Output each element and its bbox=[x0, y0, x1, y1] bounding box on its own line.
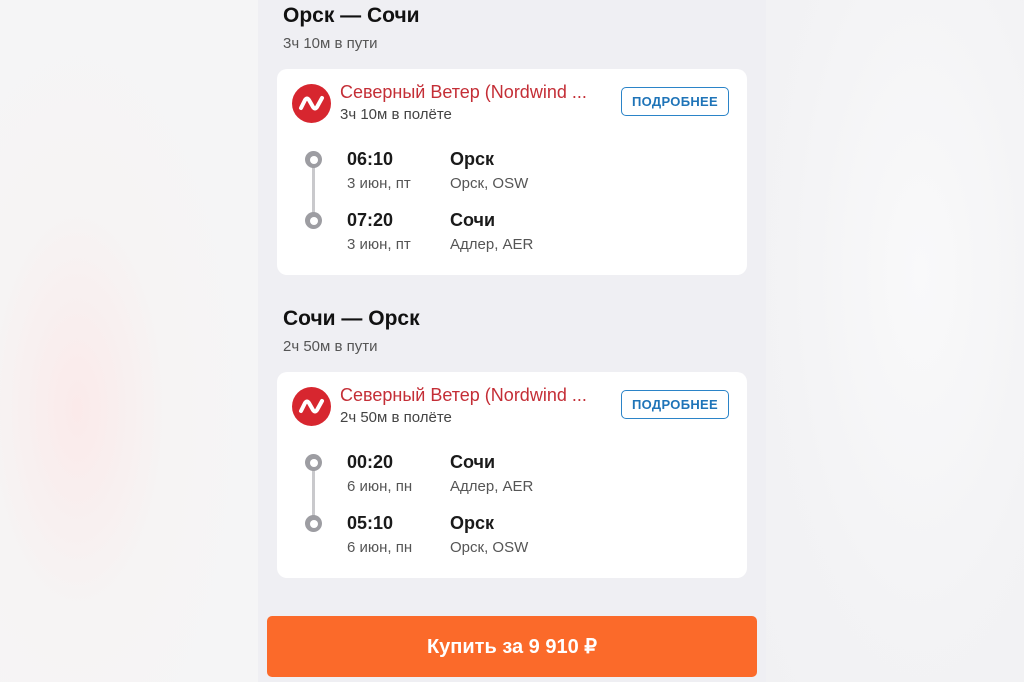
details-button[interactable]: ПОДРОБНЕЕ bbox=[621, 87, 729, 116]
arrival-city: Орск bbox=[450, 513, 495, 533]
buy-button[interactable]: Купить за 9 910 ₽ bbox=[267, 616, 757, 677]
details-button[interactable]: ПОДРОБНЕЕ bbox=[621, 390, 729, 419]
departure-dot-icon bbox=[305, 151, 322, 168]
airline-name: Северный Ветер (Nordwind ... bbox=[340, 385, 587, 405]
flight-duration: 3ч 10м в полёте bbox=[340, 106, 452, 123]
arrival-dot-icon bbox=[305, 515, 322, 532]
arrival-date: 3 июн, пт bbox=[347, 236, 411, 253]
arrival-time: 05:10 bbox=[347, 513, 394, 533]
departure-city: Орск bbox=[450, 149, 495, 169]
departure-city: Сочи bbox=[450, 452, 496, 472]
departure-airport: Орск, OSW bbox=[450, 175, 529, 192]
arrival-time: 07:20 bbox=[347, 210, 394, 230]
departure-dot-icon bbox=[305, 454, 322, 471]
arrival-city: Сочи bbox=[450, 210, 496, 230]
arrival-airport: Адлер, AER bbox=[450, 236, 534, 253]
background-left bbox=[0, 0, 258, 682]
segment-title: Сочи — Орск bbox=[283, 307, 420, 330]
arrival-date: 6 июн, пн bbox=[347, 539, 413, 556]
departure-time: 00:20 bbox=[347, 452, 394, 472]
nordwind-logo-icon bbox=[292, 387, 331, 426]
departure-date: 6 июн, пн bbox=[347, 478, 413, 495]
arrival-airport: Орск, OSW bbox=[450, 539, 529, 556]
departure-time: 06:10 bbox=[347, 149, 394, 169]
flight-duration: 2ч 50м в полёте bbox=[340, 409, 452, 426]
flight-card: Северный Ветер (Nordwind ... 3ч 10м в по… bbox=[277, 69, 747, 275]
arrival-dot-icon bbox=[305, 212, 322, 229]
phone-screen: Орск — Сочи 3ч 10м в пути Северный Ветер… bbox=[258, 0, 766, 682]
segment-total-duration: 3ч 10м в пути bbox=[283, 35, 378, 52]
departure-airport: Адлер, AER bbox=[450, 478, 534, 495]
flight-card: Северный Ветер (Nordwind ... 2ч 50м в по… bbox=[277, 372, 747, 578]
departure-date: 3 июн, пт bbox=[347, 175, 411, 192]
segment-title: Орск — Сочи bbox=[283, 4, 420, 27]
segment-total-duration: 2ч 50м в пути bbox=[283, 338, 378, 355]
nordwind-logo-icon bbox=[292, 84, 331, 123]
airline-name: Северный Ветер (Nordwind ... bbox=[340, 82, 587, 102]
background-right bbox=[766, 0, 1024, 682]
